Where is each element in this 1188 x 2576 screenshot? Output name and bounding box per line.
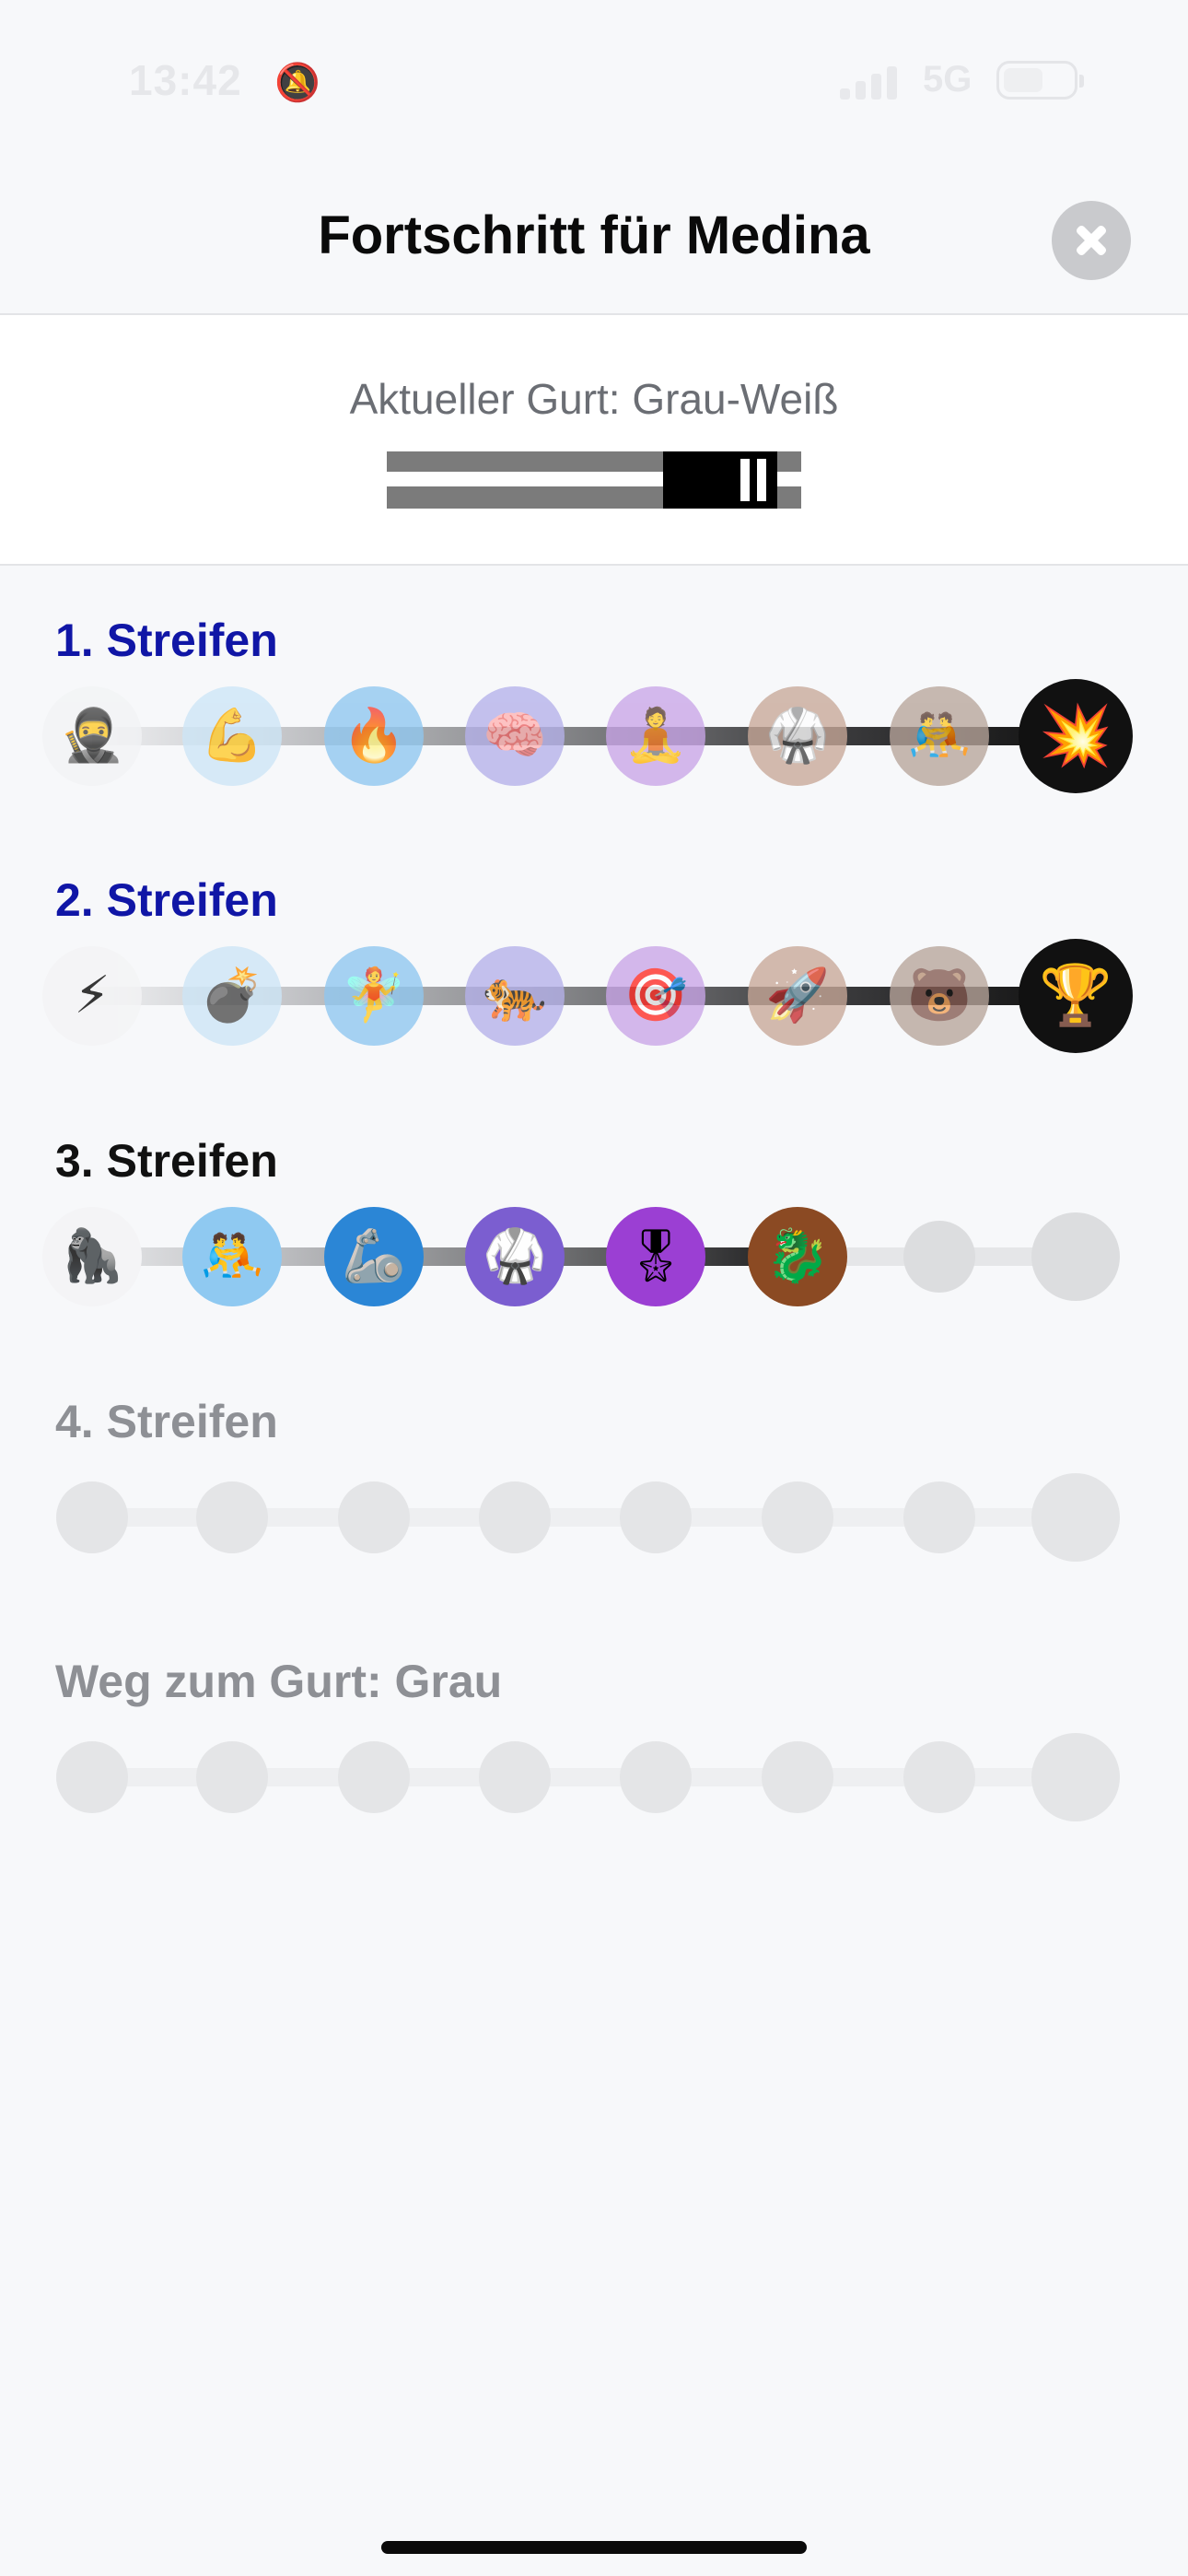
page-title: Fortschritt für Medina (318, 205, 870, 265)
home-indicator (381, 2541, 807, 2554)
locked-node-icon (479, 1481, 551, 1553)
milestone-track (55, 1717, 1133, 1837)
milestone-track: ⚡ 💣 🧚 🐅 🎯 🚀 🐻 🏆 (42, 936, 1133, 1056)
section-4: 4. Streifen (0, 1395, 1188, 1616)
milestone-glyph: ⚡ (74, 966, 111, 1025)
milestone-glyph: 🐅 (483, 966, 547, 1025)
milestone-glyph: 🤼 (907, 706, 972, 766)
locked-node-icon (903, 1221, 975, 1293)
milestone-glyph: 🔥 (342, 706, 406, 766)
section-title: 2. Streifen (55, 874, 278, 926)
milestone-glyph: 🐻 (907, 966, 972, 1025)
bell-slash-icon: 🔕 (274, 63, 320, 103)
rocket-icon[interactable]: 🚀 (748, 946, 847, 1046)
status-time: 13:42 (129, 56, 242, 104)
locked-node-icon (196, 1481, 268, 1553)
milestone-glyph: 🤼 (200, 1226, 264, 1286)
locked-node-icon (1031, 1733, 1120, 1821)
people-wrestling-icon[interactable]: 🤼 (890, 686, 989, 786)
current-belt-card: Aktueller Gurt: Grau-Weiß (0, 315, 1188, 566)
milestone-glyph: 🚀 (765, 966, 830, 1025)
people-wrestling-icon[interactable]: 🤼 (182, 1207, 282, 1306)
locked-node-icon (903, 1481, 975, 1553)
bomb-icon[interactable]: 💣 (182, 946, 282, 1046)
locked-node-icon (338, 1741, 410, 1813)
military-medal-icon[interactable]: 🎖 (606, 1207, 705, 1306)
milestone-glyph: 💣 (200, 966, 264, 1025)
martial-arts-uniform-icon[interactable]: 🥋 (465, 1207, 565, 1306)
milestone-glyph: 🎯 (623, 966, 688, 1025)
milestone-glyph: 🎖 (623, 1226, 689, 1286)
bear-icon[interactable]: 🐻 (890, 946, 989, 1046)
section-title: 3. Streifen (55, 1135, 278, 1187)
section-5: Weg zum Gurt: Grau (0, 1655, 1188, 1876)
milestone-glyph: 🐉 (765, 1226, 830, 1286)
locked-node-icon (620, 1481, 692, 1553)
locked-node-icon (762, 1741, 833, 1813)
locked-node-icon (620, 1741, 692, 1813)
locked-node-icon (479, 1741, 551, 1813)
section-title: Weg zum Gurt: Grau (55, 1656, 503, 1707)
cellular-signal-icon (840, 64, 899, 100)
milestone-glyph: 🥋 (765, 706, 830, 766)
ninja-icon[interactable]: 🥷 (42, 686, 142, 786)
milestone-glyph: 🦾 (342, 1226, 406, 1286)
section-1: 1. Streifen 🥷 💪 🔥 🧠 🧘 🥋 🤼 💥 (0, 614, 1188, 835)
tiger-icon[interactable]: 🐅 (465, 946, 565, 1046)
locked-node-icon (762, 1481, 833, 1553)
section-3: 3. Streifen 🦍 🤼 🦾 🥋 🎖 🐉 (0, 1134, 1188, 1355)
status-bar: 13:42 🔕 5G (0, 0, 1188, 157)
network-type: 5G (923, 59, 973, 100)
locked-node-icon (1031, 1212, 1120, 1301)
belt-icon (387, 451, 801, 509)
gorilla-icon[interactable]: 🦍 (42, 1207, 142, 1306)
fairy-icon[interactable]: 🧚 (324, 946, 424, 1046)
milestone-glyph: 🦍 (60, 1226, 124, 1286)
section-title: 1. Streifen (55, 615, 278, 666)
brain-icon[interactable]: 🧠 (465, 686, 565, 786)
mechanical-arm-icon[interactable]: 🦾 (324, 1207, 424, 1306)
collision-icon[interactable]: 💥 (1019, 679, 1133, 793)
fire-icon[interactable]: 🔥 (324, 686, 424, 786)
milestone-track (55, 1458, 1133, 1577)
martial-arts-uniform-icon[interactable]: 🥋 (748, 686, 847, 786)
locked-node-icon (338, 1481, 410, 1553)
person-in-lotus-icon[interactable]: 🧘 (606, 686, 705, 786)
section-2: 2. Streifen ⚡ 💣 🧚 🐅 🎯 🚀 🐻 🏆 (0, 873, 1188, 1095)
locked-node-icon (196, 1741, 268, 1813)
modal-header: Fortschritt für Medina (0, 157, 1188, 315)
locked-node-icon (1031, 1473, 1120, 1562)
milestone-glyph: 🧘 (623, 706, 688, 766)
trophy-icon[interactable]: 🏆 (1019, 939, 1133, 1053)
flexed-biceps-icon[interactable]: 💪 (182, 686, 282, 786)
section-title: 4. Streifen (55, 1396, 278, 1447)
milestone-track: 🥷 💪 🔥 🧠 🧘 🥋 🤼 💥 (42, 676, 1133, 796)
milestone-glyph: 🧠 (483, 706, 547, 766)
milestone-glyph: 🏆 (1039, 962, 1112, 1030)
direct-hit-icon[interactable]: 🎯 (606, 946, 705, 1046)
milestone-glyph: 💥 (1039, 702, 1112, 770)
milestone-glyph: 🥋 (483, 1226, 547, 1286)
lightning-icon[interactable]: ⚡ (42, 946, 142, 1046)
locked-node-icon (56, 1741, 128, 1813)
milestone-glyph: 💪 (200, 706, 264, 766)
milestone-glyph: 🥷 (60, 706, 124, 766)
current-belt-label: Aktueller Gurt: Grau-Weiß (349, 375, 839, 423)
locked-node-icon (903, 1741, 975, 1813)
milestone-track: 🦍 🤼 🦾 🥋 🎖 🐉 (42, 1197, 1133, 1317)
close-button[interactable] (1052, 201, 1131, 280)
battery-icon (996, 61, 1084, 100)
locked-node-icon (56, 1481, 128, 1553)
dragon-icon[interactable]: 🐉 (748, 1207, 847, 1306)
milestone-glyph: 🧚 (342, 966, 406, 1025)
